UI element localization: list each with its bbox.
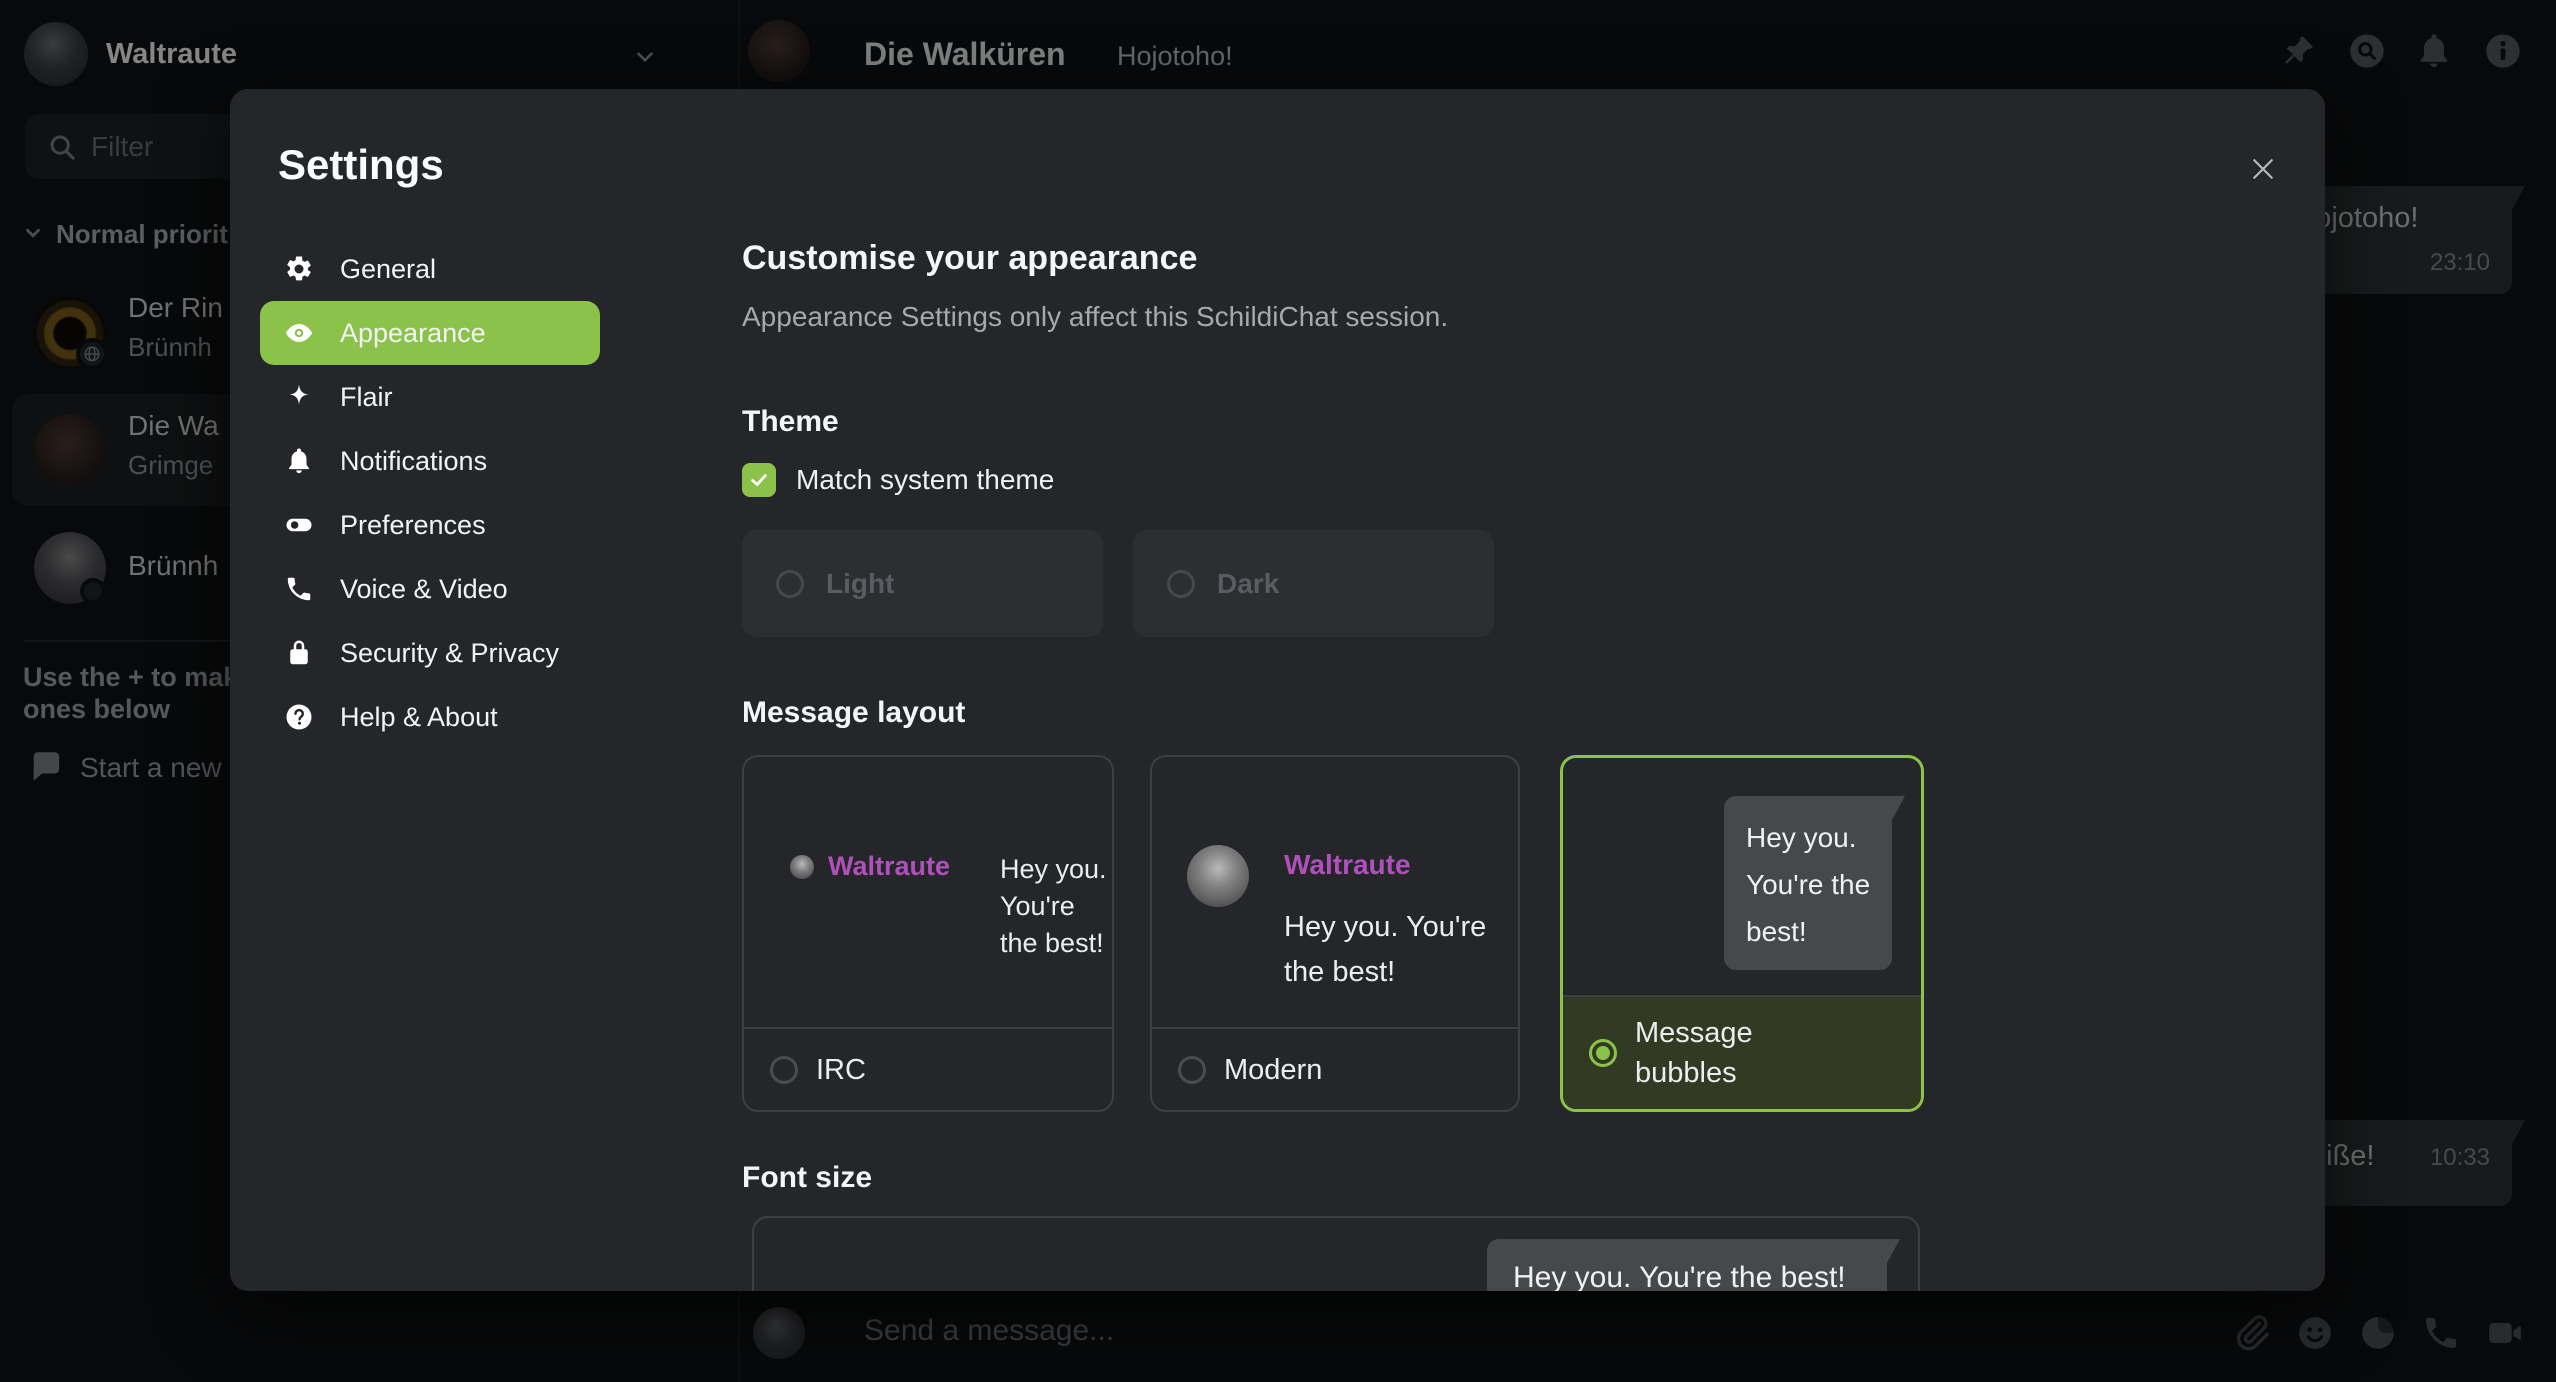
match-system-theme-row[interactable]: Match system theme (742, 463, 1054, 497)
preview-message: Hey you. You're the best! (1746, 814, 1874, 955)
gear-icon (284, 254, 314, 284)
radio-icon (1167, 570, 1195, 598)
layout-option-label: Modern (1224, 1050, 1322, 1090)
layout-radio-row[interactable]: Modern (1152, 1027, 1518, 1110)
theme-option-label: Dark (1217, 568, 1279, 600)
settings-tab-label: Security & Privacy (340, 638, 559, 669)
layout-option-message-bubbles-selected[interactable]: Hey you. You're the best! Message bubble… (1560, 755, 1924, 1112)
preview-bubble: Hey you. You're the best! (1724, 796, 1892, 970)
font-size-preview-box: Hey you. You're the best! (752, 1216, 1920, 1291)
sparkle-icon (284, 382, 314, 412)
radio-selected-icon (1589, 1039, 1617, 1067)
settings-tab-label: Appearance (340, 318, 486, 349)
preview-avatar (790, 855, 814, 879)
bubble-tail (1887, 1239, 1900, 1263)
settings-tab-preferences[interactable]: Preferences (260, 493, 600, 557)
layout-radio-row[interactable]: IRC (744, 1027, 1112, 1110)
preview-message: Hey you. You're the best! (1284, 905, 1514, 995)
settings-tab-label: Notifications (340, 446, 487, 477)
toggle-icon (284, 510, 314, 540)
layout-option-modern[interactable]: Waltraute Hey you. You're the best! Mode… (1150, 755, 1520, 1112)
phone-icon (284, 574, 314, 604)
settings-tab-general[interactable]: General (260, 237, 600, 301)
layout-option-label: IRC (816, 1050, 866, 1090)
theme-option-dark-disabled[interactable]: Dark (1133, 530, 1494, 637)
settings-tab-label: Voice & Video (340, 574, 508, 605)
message-layout-heading: Message layout (742, 696, 965, 730)
settings-title: Settings (278, 141, 444, 189)
preview-avatar (1187, 845, 1249, 907)
question-circle-icon (284, 702, 314, 732)
settings-tab-flair[interactable]: Flair (260, 365, 600, 429)
radio-icon (776, 570, 804, 598)
theme-option-light-disabled[interactable]: Light (742, 530, 1103, 637)
lock-icon (284, 638, 314, 668)
settings-tab-notifications[interactable]: Notifications (260, 429, 600, 493)
settings-tab-label: General (340, 254, 436, 285)
settings-tab-label: Flair (340, 382, 393, 413)
settings-tab-label: Preferences (340, 510, 486, 541)
settings-dialog: Settings General Appearance Flair Notifi… (230, 89, 2325, 1291)
panel-heading: Customise your appearance (742, 239, 1197, 278)
preview-message: Hey you. You're the best! (1000, 851, 1114, 962)
theme-option-label: Light (826, 568, 894, 600)
settings-tab-help-about[interactable]: Help & About (260, 685, 600, 749)
font-preview-message: Hey you. You're the best! (1513, 1261, 1861, 1291)
preview-sender-name: Waltraute (828, 851, 950, 882)
panel-subheading: Appearance Settings only affect this Sch… (742, 301, 1448, 333)
settings-tab-appearance[interactable]: Appearance (260, 301, 600, 365)
match-system-theme-label: Match system theme (796, 464, 1054, 496)
eye-icon (284, 318, 314, 348)
bubble-tail (1892, 796, 1905, 820)
layout-radio-row[interactable]: Message bubbles (1563, 995, 1921, 1109)
font-preview-bubble: Hey you. You're the best! (1487, 1239, 1887, 1291)
match-system-theme-checkbox-checked[interactable] (742, 463, 776, 497)
appearance-settings-panel: Customise your appearance Appearance Set… (742, 89, 1927, 1291)
close-button[interactable] (2241, 147, 2285, 191)
bell-icon (284, 446, 314, 476)
check-icon (748, 469, 770, 491)
layout-option-label: Message bubbles (1635, 1013, 1835, 1093)
font-size-heading: Font size (742, 1161, 872, 1195)
radio-icon (770, 1056, 798, 1084)
settings-tab-security-privacy[interactable]: Security & Privacy (260, 621, 600, 685)
preview-sender-name: Waltraute (1284, 849, 1411, 881)
settings-tab-label: Help & About (340, 702, 498, 733)
radio-icon (1178, 1056, 1206, 1084)
close-icon (2248, 154, 2278, 184)
layout-option-irc[interactable]: Waltraute Hey you. You're the best! IRC (742, 755, 1114, 1112)
theme-section-heading: Theme (742, 405, 839, 439)
settings-tab-voice-video[interactable]: Voice & Video (260, 557, 600, 621)
